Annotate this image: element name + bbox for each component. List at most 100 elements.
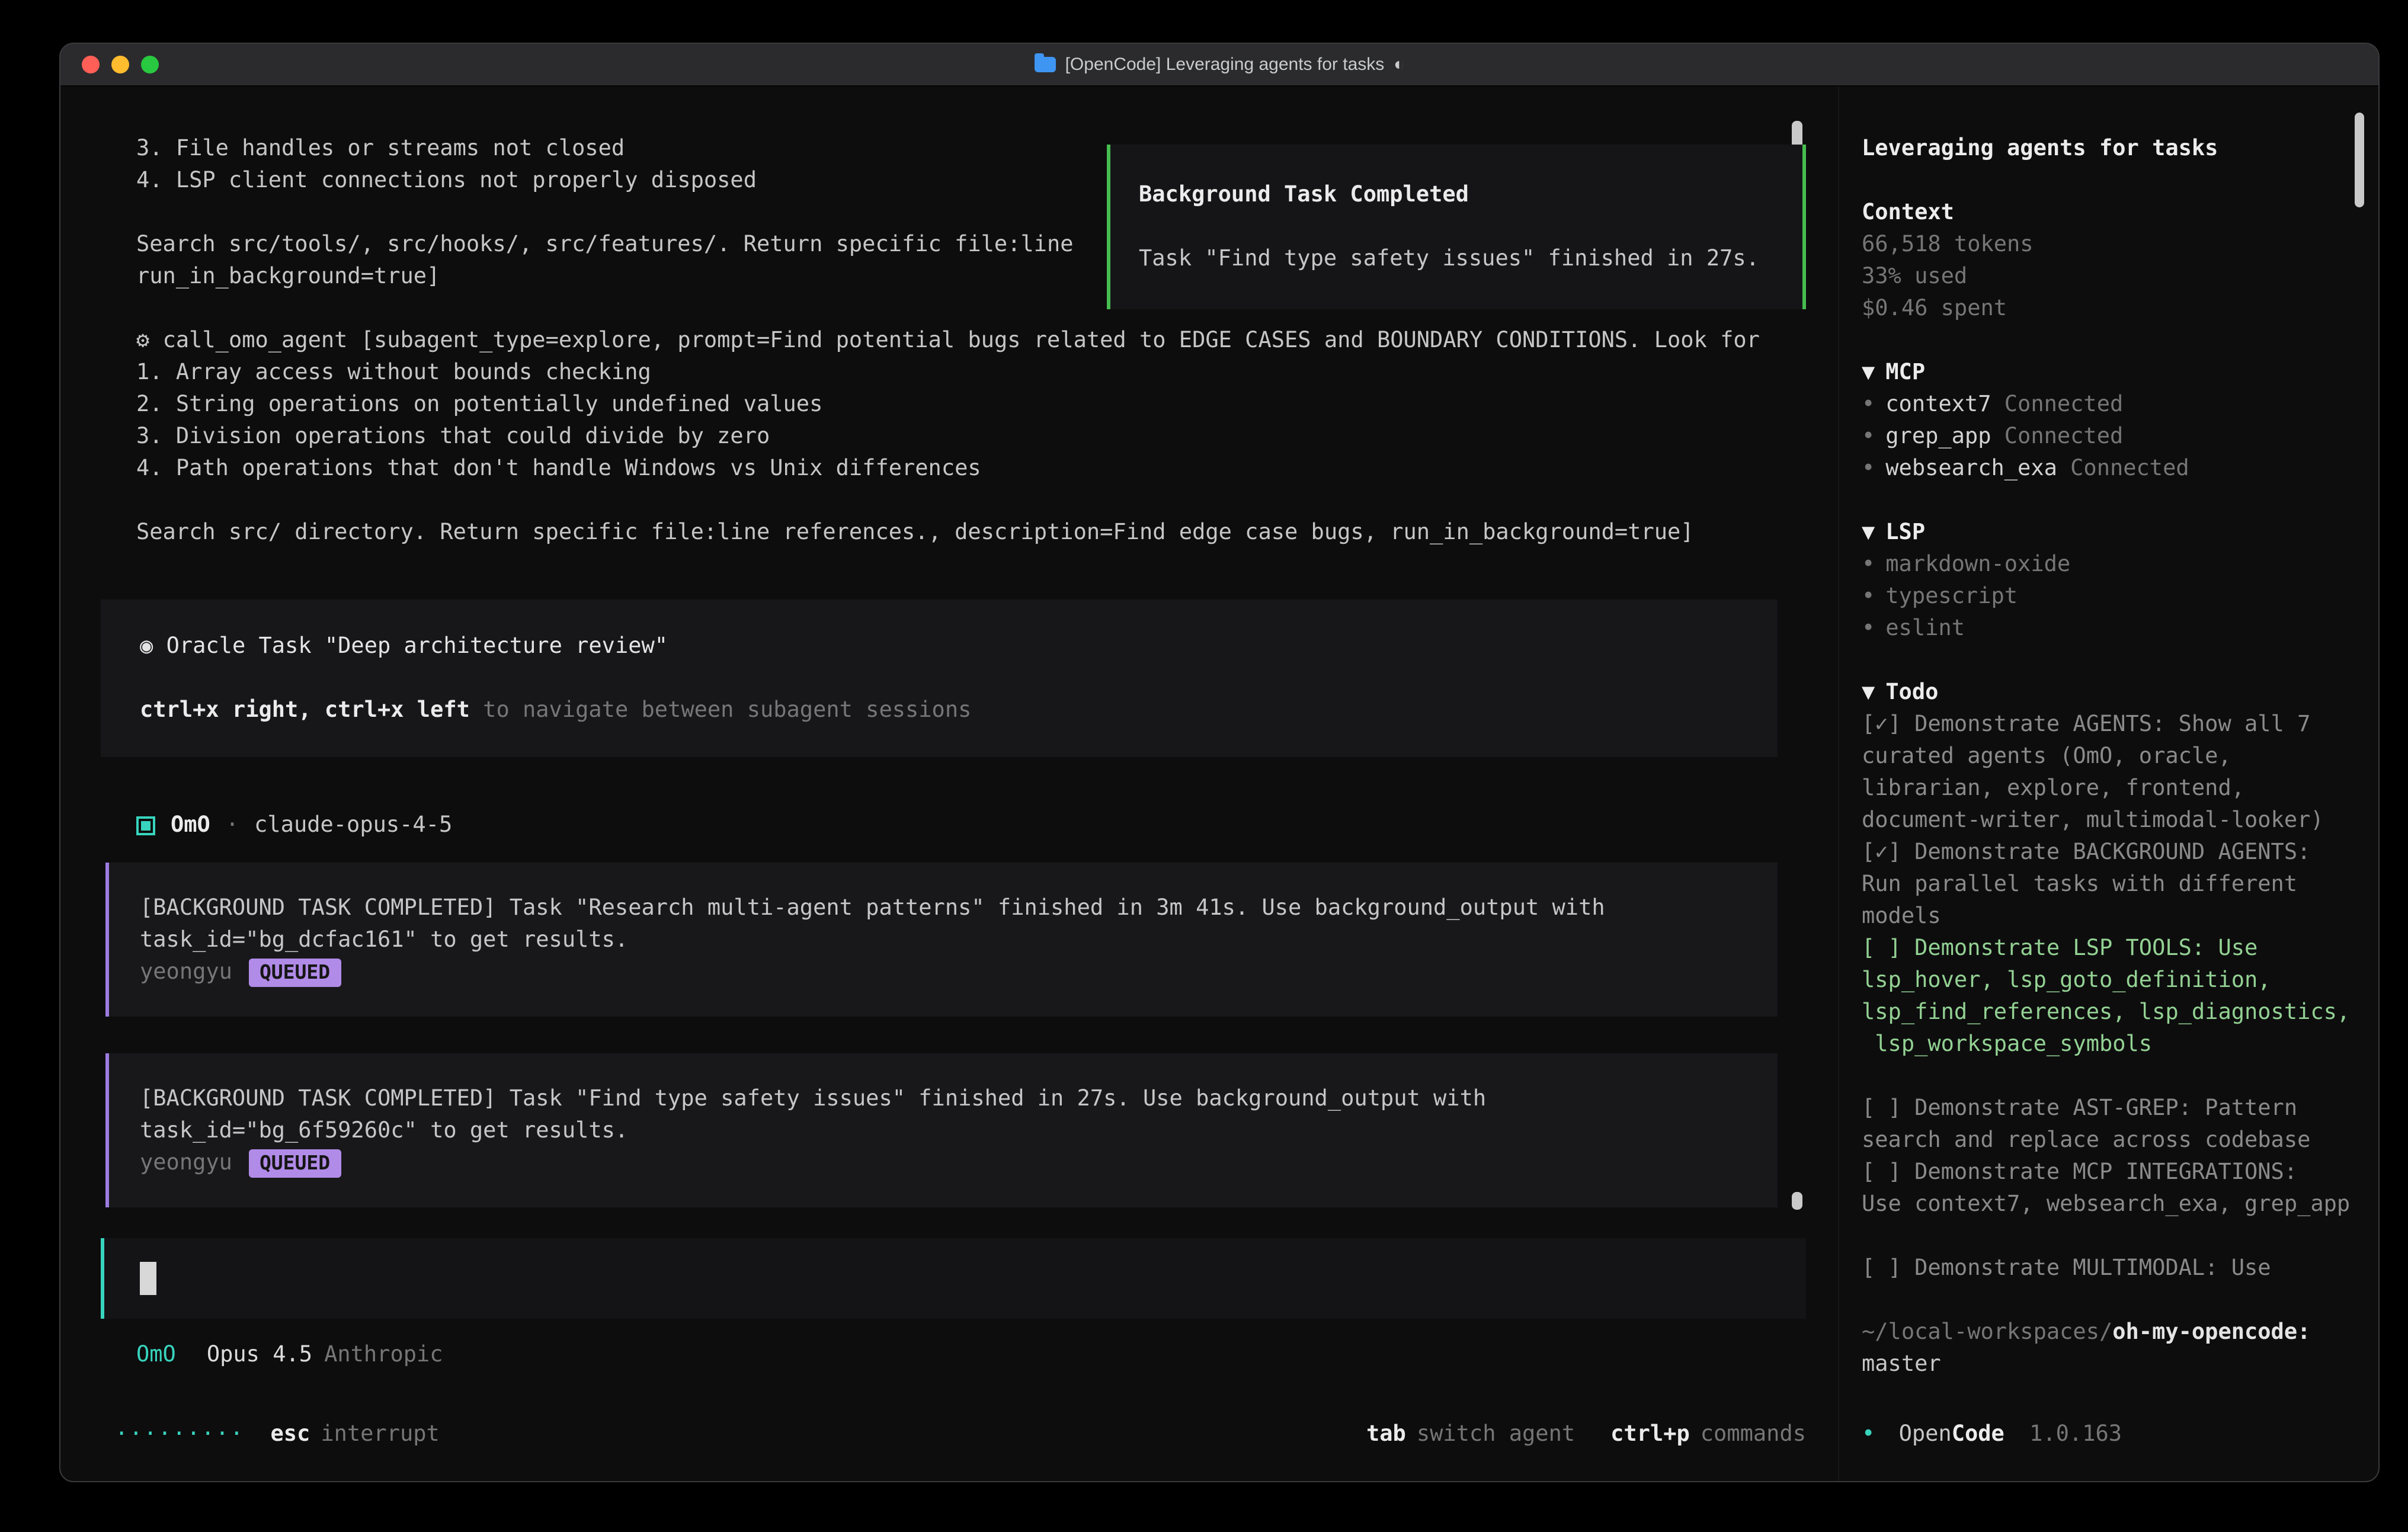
- context-used: 33% used: [1862, 261, 2355, 293]
- oracle-title-line: ◉ Oracle Task "Deep architecture review": [140, 630, 1778, 662]
- todo-heading-label: Todo: [1885, 680, 1938, 705]
- terminal-main: 3. File handles or streams not closed 4.…: [60, 86, 1838, 1482]
- mcp-name: context7: [1885, 392, 1991, 417]
- todo-item-pending: [ ] Demonstrate MULTIMODAL: Use: [1862, 1252, 2355, 1284]
- background-task-toast: Background Task Completed Task "Find typ…: [1107, 145, 1806, 309]
- context-tokens: 66,518 tokens: [1862, 229, 2355, 261]
- folder-icon: [1035, 57, 1056, 72]
- screen: [OpenCode] Leveraging agents for tasks ◐…: [0, 0, 2408, 1532]
- app-name-bold: Code: [1952, 1422, 2004, 1447]
- todo-heading[interactable]: ▼ Todo: [1862, 677, 2355, 709]
- input-agent-name: OmO: [136, 1339, 176, 1371]
- input-model-name: Opus 4.5: [207, 1339, 312, 1371]
- status-badge: QUEUED: [249, 958, 341, 986]
- oracle-spacer: [140, 662, 1778, 694]
- todo-item-pending: [ ] Demonstrate MCP INTEGRATIONS: Use co…: [1862, 1156, 2355, 1220]
- lsp-name: eslint: [1885, 616, 1965, 641]
- lsp-heading-label: LSP: [1885, 520, 1925, 545]
- triangle-down-icon: ▼: [1862, 520, 1875, 545]
- tool-call-line: 1. Array access without bounds checking: [136, 357, 1838, 389]
- toast-title: Background Task Completed: [1139, 179, 1802, 211]
- todo-item-done: [✓] Demonstrate BACKGROUND AGENTS: Run p…: [1862, 836, 2355, 932]
- minimize-button[interactable]: [111, 56, 129, 73]
- main-scrollbar-thumb[interactable]: [1792, 1192, 1802, 1210]
- window-title-area: [OpenCode] Leveraging agents for tasks ◐: [60, 44, 2378, 85]
- triangle-down-icon: ▼: [1862, 680, 1875, 705]
- message-line: task_id="bg_dcfac161" to get results.: [140, 924, 1778, 956]
- model-status-line: OmO Opus 4.5 Anthropic: [136, 1339, 1838, 1371]
- agent-model: claude-opus-4-5: [254, 809, 452, 841]
- mcp-name: websearch_exa: [1885, 456, 2057, 481]
- mcp-section: ▼MCP •context7 Connected •grep_app Conne…: [1862, 357, 2355, 485]
- message-line: [BACKGROUND TASK COMPLETED] Task "Find t…: [140, 1083, 1778, 1115]
- app-name: Open: [1899, 1422, 1952, 1447]
- message-meta: yeongyu QUEUED: [140, 956, 1778, 988]
- sidebar-footer: • OpenCode 1.0.163: [1862, 1418, 2122, 1450]
- lsp-heading[interactable]: ▼ LSP: [1862, 517, 2355, 549]
- context-section: Context 66,518 tokens 33% used $0.46 spe…: [1862, 197, 2355, 325]
- app-version: 1.0.163: [2029, 1422, 2122, 1447]
- message-author: yeongyu: [140, 1147, 232, 1179]
- mcp-heading-label: MCP: [1885, 360, 1925, 385]
- agent-name: OmO: [171, 809, 210, 841]
- ctrlp-key-hint: ctrl+p: [1610, 1418, 1690, 1450]
- tool-call-text: call_omo_agent [subagent_type=explore, p…: [163, 328, 1760, 353]
- lsp-name: typescript: [1885, 584, 2018, 609]
- lsp-item: • typescript: [1862, 581, 2355, 613]
- tab-key-hint: tab: [1366, 1418, 1406, 1450]
- queued-message: [BACKGROUND TASK COMPLETED] Task "Find t…: [105, 1053, 1778, 1207]
- bullet-icon: •: [1862, 392, 1875, 417]
- mcp-item: • context7 Connected: [1862, 389, 2355, 421]
- bullet-icon: •: [1862, 456, 1875, 481]
- todo-section: ▼Todo [✓] Demonstrate AGENTS: Show all 7…: [1862, 677, 2355, 1284]
- titlebar[interactable]: [OpenCode] Leveraging agents for tasks ◐: [60, 44, 2378, 86]
- window-title: [OpenCode] Leveraging agents for tasks: [1065, 49, 1385, 81]
- workspace-line: ~/local-workspaces/oh-my-opencode:: [1862, 1316, 2355, 1348]
- tab-key-label: switch agent: [1417, 1418, 1575, 1450]
- status-bar: ········· esc interrupt tab switch agent…: [115, 1418, 1806, 1450]
- toast-body: Task "Find type safety issues" finished …: [1139, 243, 1802, 275]
- tool-call-line: 2. String operations on potentially unde…: [136, 389, 1838, 421]
- tool-call-line: Search src/ directory. Return specific f…: [136, 517, 1838, 549]
- tool-call-line: [136, 485, 1838, 517]
- message-line: task_id="bg_6f59260c" to get results.: [140, 1115, 1778, 1147]
- bullet-icon: •: [1862, 1422, 1875, 1447]
- gear-icon: ⚙: [136, 328, 149, 353]
- hint-text: to navigate between subagent sessions: [470, 698, 972, 723]
- workspace-dir: ~/local-workspaces/: [1862, 1320, 2112, 1345]
- sidebar-scrollbar-thumb[interactable]: [2355, 113, 2364, 207]
- tool-call-line: 3. Division operations that could divide…: [136, 421, 1838, 453]
- zoom-button[interactable]: [141, 56, 159, 73]
- agent-square-icon: [136, 816, 155, 835]
- spinner-dots-icon: ·········: [115, 1418, 245, 1450]
- triangle-down-icon: ▼: [1862, 360, 1875, 385]
- agent-header: OmO · claude-opus-4-5: [136, 809, 1838, 841]
- mcp-heading[interactable]: ▼ MCP: [1862, 357, 2355, 389]
- message-author: yeongyu: [140, 956, 232, 988]
- session-busy-icon: ◐: [1394, 49, 1404, 81]
- esc-key-label: interrupt: [321, 1418, 440, 1450]
- queued-message: [BACKGROUND TASK COMPLETED] Task "Resear…: [105, 863, 1778, 1017]
- oracle-title: Oracle Task "Deep architecture review": [166, 634, 668, 659]
- mcp-status: Connected: [2070, 456, 2189, 481]
- todo-item-active: [ ] Demonstrate LSP TOOLS: Use lsp_hover…: [1862, 932, 2355, 1060]
- workspace-repo: oh-my-opencode:: [2112, 1320, 2310, 1345]
- tool-call-header: ⚙ call_omo_agent [subagent_type=explore,…: [136, 325, 1838, 357]
- session-sidebar: Leveraging agents for tasks Context 66,5…: [1838, 86, 2378, 1482]
- prompt-input[interactable]: [101, 1238, 1806, 1319]
- oracle-task-panel: ◉ Oracle Task "Deep architecture review"…: [101, 600, 1778, 757]
- todo-item-pending: [ ] Demonstrate AST-GREP: Pattern search…: [1862, 1092, 2355, 1156]
- close-button[interactable]: [82, 56, 100, 73]
- lsp-item: •eslint: [1862, 613, 2355, 645]
- mcp-status: Connected: [2004, 392, 2124, 417]
- esc-key-hint: esc: [271, 1418, 310, 1450]
- traffic-lights: [60, 56, 159, 73]
- lsp-item: •markdown-oxide: [1862, 549, 2355, 581]
- sidebar-session-title: Leveraging agents for tasks: [1862, 133, 2355, 165]
- context-spent: $0.46 spent: [1862, 293, 2355, 325]
- oracle-icon: ◉: [140, 634, 153, 659]
- agent-separator: ·: [226, 809, 239, 841]
- bullet-icon: •: [1862, 584, 1875, 609]
- hint-keys: ctrl+x right, ctrl+x left: [140, 698, 470, 723]
- mcp-status: Connected: [2004, 424, 2124, 449]
